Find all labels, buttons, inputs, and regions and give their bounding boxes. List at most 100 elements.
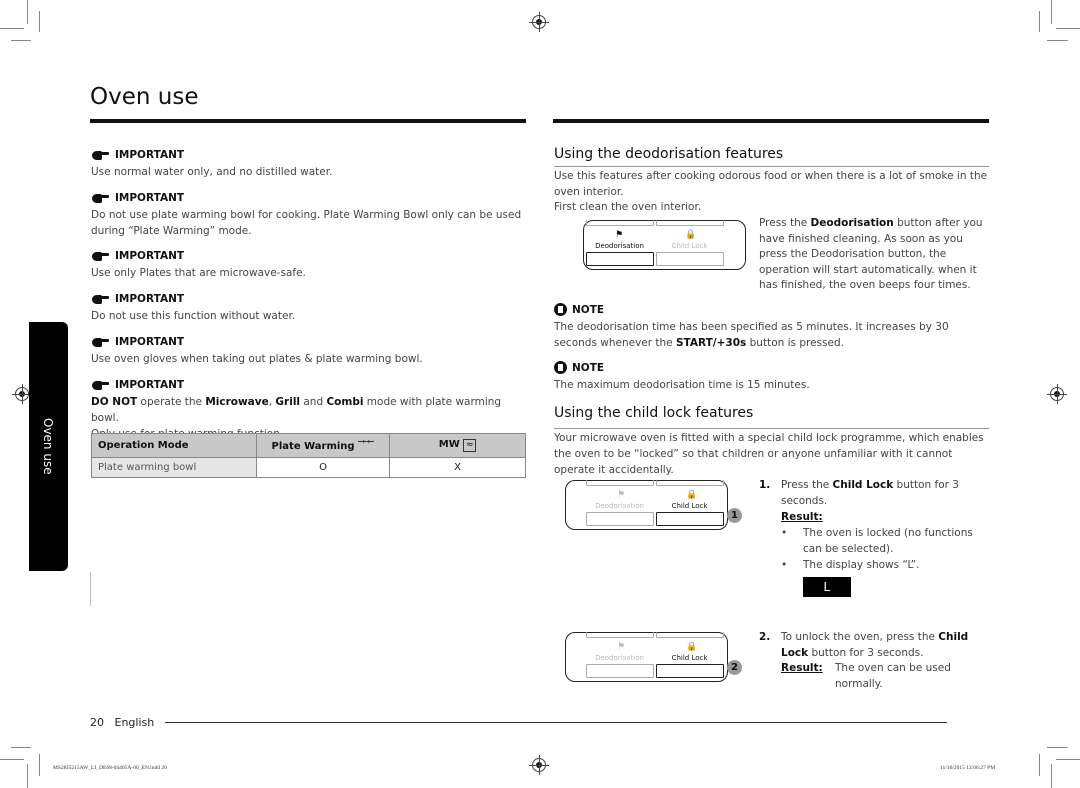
- crop-mark: [27, 0, 28, 24]
- note-text: The maximum deodorisation time is 15 min…: [554, 379, 810, 391]
- result-label: Result:: [781, 511, 823, 523]
- deodorisation-intro: Use this features after cooking odorous …: [554, 170, 988, 198]
- important-label: IMPORTANT: [115, 149, 185, 161]
- pointing-hand-icon: [91, 150, 109, 160]
- important-heading: IMPORTANT: [91, 293, 527, 305]
- page-title: Oven use: [90, 84, 199, 110]
- child-lock-button: [656, 664, 724, 678]
- section-rule: [554, 428, 989, 429]
- lock-icon: 🔒: [686, 490, 698, 500]
- panel-button: [656, 480, 724, 486]
- pointing-hand-icon: [91, 251, 109, 261]
- panel-button: [656, 632, 724, 638]
- step-2: 2. To unlock the oven, press the Child L…: [759, 629, 989, 690]
- plate-warming-icon: ⸯⸯ: [358, 441, 375, 452]
- important-text: Do not use this function without water.: [91, 310, 296, 322]
- side-tab[interactable]: Oven use: [29, 322, 68, 571]
- slug-filename: MS28J5215AW_LI_DE68-04405A-00_EN.indd 20: [53, 765, 167, 771]
- registration-mark-icon: [12, 384, 32, 404]
- page-language: English: [114, 716, 155, 729]
- crop-mark: [1056, 759, 1080, 760]
- bold-text: START/+30s: [675, 337, 747, 349]
- bold-text: DO NOT: [91, 396, 138, 408]
- operation-mode-table: Operation Mode Plate Warming ⸯⸯ MW ≈ Pla…: [91, 433, 526, 478]
- important-heading: IMPORTANT: [91, 336, 527, 348]
- table-cell: O: [256, 457, 390, 478]
- important-block: IMPORTANT Do not use plate warming bowl …: [91, 192, 527, 239]
- important-block: IMPORTANT Use normal water only, and no …: [91, 149, 527, 180]
- page-number: 20: [90, 716, 104, 729]
- note-label: NOTE: [572, 303, 605, 316]
- crop-mark: [11, 747, 31, 748]
- important-heading: IMPORTANT: [91, 250, 527, 262]
- bullet: •: [781, 559, 788, 571]
- crop-mark: [1039, 754, 1040, 776]
- step-1-text: Press the Child Lock button for 3 second…: [781, 477, 989, 597]
- panel-button: [656, 220, 724, 226]
- crop-mark: [0, 28, 24, 29]
- crop-mark: [1047, 40, 1068, 41]
- table-header-label: Plate Warming: [271, 441, 355, 452]
- pointing-hand-icon: [91, 193, 109, 203]
- crop-mark: [1047, 747, 1068, 748]
- important-heading: IMPORTANT: [91, 192, 527, 204]
- result-text: The oven can be used normally.: [835, 662, 951, 690]
- crop-mark: [0, 759, 24, 760]
- control-panel-illustration: ⚑ 🔒 Deodorisation Child Lock: [565, 632, 728, 682]
- bullet-item: • The oven is locked (no functions can be…: [781, 525, 989, 557]
- control-panel-illustration: ⚑ 🔒 Deodorisation Child Lock: [565, 480, 728, 530]
- control-panel-illustration: ⚑ 🔒 Deodorisation Child Lock: [583, 220, 746, 270]
- note-icon: [554, 303, 567, 316]
- deodorisation-button: [586, 252, 654, 266]
- child-lock-label: Child Lock: [671, 502, 708, 510]
- table-header: Plate Warming ⸯⸯ: [256, 433, 390, 458]
- note-label: NOTE: [572, 361, 605, 374]
- result-label: Result:: [781, 662, 823, 674]
- lock-icon: 🔒: [686, 642, 698, 652]
- important-label: IMPORTANT: [115, 336, 185, 348]
- deodorisation-instructions: Press the Deodorisation button after you…: [759, 216, 989, 294]
- important-label: IMPORTANT: [115, 250, 185, 262]
- child-lock-button: [656, 252, 724, 266]
- important-block: IMPORTANT Do not use this function witho…: [91, 293, 527, 324]
- crop-mark: [27, 764, 28, 788]
- note-block: NOTE The deodorisation time has been spe…: [554, 303, 990, 351]
- table-cell: X: [389, 457, 526, 478]
- lock-icon: 🔒: [685, 230, 697, 240]
- footer-rule: [165, 722, 947, 723]
- registration-mark-icon: [529, 755, 549, 775]
- text: To unlock the oven, press the: [781, 631, 939, 643]
- important-block: IMPORTANT Use only Plates that are micro…: [91, 250, 527, 281]
- slug-timestamp: 11/16/2015 12:06:27 PM: [940, 765, 996, 771]
- bold-text: Deodorisation: [810, 217, 894, 229]
- pointing-hand-icon: [91, 337, 109, 347]
- deodorisation-button: [586, 512, 654, 526]
- important-text: Use oven gloves when taking out plates &…: [91, 353, 423, 365]
- child-lock-intro: Your microwave oven is fitted with a spe…: [554, 432, 984, 476]
- step-badge: 2: [727, 660, 742, 675]
- divider: [90, 572, 91, 606]
- table-cell: Plate warming bowl: [91, 457, 257, 478]
- table-header-row: Operation Mode Plate Warming ⸯⸯ MW ≈: [91, 433, 526, 458]
- important-text: Use normal water only, and no distilled …: [91, 166, 333, 178]
- text: Press the: [759, 217, 811, 229]
- display-readout: L: [803, 577, 851, 597]
- crop-mark: [1051, 764, 1052, 788]
- section-title-child-lock: Using the child lock features: [554, 405, 754, 421]
- important-label: IMPORTANT: [115, 293, 185, 305]
- crop-mark: [39, 11, 40, 32]
- step-badge: 1: [727, 508, 742, 523]
- step-number: 1.: [759, 479, 771, 491]
- text: and: [300, 396, 327, 408]
- crop-mark: [1039, 11, 1040, 32]
- important-text: Use only Plates that are microwave-safe.: [91, 267, 306, 279]
- text: Press the: [781, 479, 833, 491]
- bold-text: Microwave: [205, 396, 269, 408]
- note-heading: NOTE: [554, 303, 990, 316]
- deodorisation-icon: ⚑: [616, 642, 626, 652]
- section-rule: [554, 166, 989, 167]
- page-footer: 20 English: [90, 716, 154, 729]
- important-label: IMPORTANT: [115, 192, 185, 204]
- title-rule-left: [90, 119, 526, 123]
- table-header-label: MW: [438, 439, 460, 450]
